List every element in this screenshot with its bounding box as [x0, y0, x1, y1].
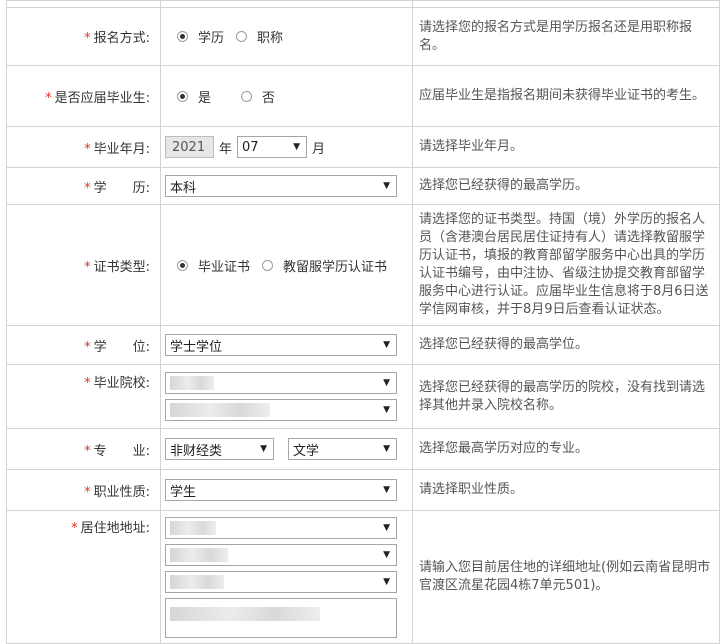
row-cert-type: * 证书类型: 毕业证书 教留服学历认证书 请选择您的证书类型。持国（境）外学历的… — [6, 204, 720, 326]
radio-diploma[interactable]: 毕业证书 — [177, 256, 250, 275]
major-hint: 选择您最高学历对应的专业。 — [412, 428, 720, 470]
address-label: * 居住地地址: — [6, 510, 161, 644]
radio-no[interactable]: 否 — [241, 87, 275, 106]
school-label: * 毕业院校: — [6, 364, 161, 429]
form-row-top — [6, 0, 720, 8]
radio-yes[interactable]: 是 — [177, 87, 211, 106]
address-district-select[interactable]: ▼ — [165, 571, 397, 593]
address-city-select[interactable]: ▼ — [165, 544, 397, 566]
grad-month-select[interactable]: 07 ▼ — [237, 136, 308, 158]
blurred-value — [170, 607, 320, 621]
required-mark: * — [84, 259, 91, 275]
education-hint: 选择您已经获得的最高学历。 — [412, 167, 720, 205]
chevron-down-icon: ▼ — [383, 378, 390, 388]
radio-education[interactable]: 学历 — [177, 27, 224, 46]
education-select[interactable]: 本科 ▼ — [165, 175, 397, 197]
chevron-down-icon: ▼ — [383, 523, 390, 533]
grad-date-hint: 请选择毕业年月。 — [412, 126, 720, 168]
row-education: * 学 历: 本科 ▼ 选择您已经获得的最高学历。 — [6, 167, 720, 205]
radio-title-dot[interactable] — [236, 31, 248, 42]
month-unit: 月 — [312, 141, 326, 157]
chevron-down-icon: ▼ — [383, 405, 390, 415]
chevron-down-icon: ▼ — [293, 142, 301, 152]
required-mark: * — [84, 31, 91, 46]
cert-type-radios: 毕业证书 教留服学历认证书 — [165, 256, 412, 275]
required-mark: * — [84, 376, 91, 391]
row-degree: * 学 位: 学士学位 ▼ 选择您已经获得的最高学位。 — [6, 325, 720, 365]
address-province-select[interactable]: ▼ — [165, 517, 397, 539]
apply-method-radios: 学历 职称 — [165, 27, 412, 46]
education-label: * 学 历: — [6, 167, 161, 205]
row-apply-method: * 报名方式: 学历 职称 请选择您的报名方式是用学历报名还是用职称报名。 — [6, 7, 720, 66]
major-category-select[interactable]: 非财经类 ▼ — [165, 438, 274, 460]
radio-cscse-dot[interactable] — [262, 259, 274, 271]
chevron-down-icon: ▼ — [383, 485, 390, 495]
chevron-down-icon: ▼ — [383, 550, 390, 560]
blurred-value — [170, 521, 216, 535]
radio-cscse-cert[interactable]: 教留服学历认证书 — [262, 256, 387, 275]
address-detail-textarea[interactable] — [165, 598, 397, 638]
chevron-down-icon: ▼ — [383, 181, 390, 191]
degree-select[interactable]: 学士学位 ▼ — [165, 334, 397, 356]
required-mark: * — [84, 443, 91, 459]
blurred-value — [170, 548, 228, 562]
apply-method-hint: 请选择您的报名方式是用学历报名还是用职称报名。 — [412, 7, 720, 66]
registration-form: * 报名方式: 学历 职称 请选择您的报名方式是用学历报名还是用职称报名。 * 是否… — [6, 0, 720, 644]
required-mark: * — [84, 141, 91, 157]
grad-year-input[interactable]: 2021 — [165, 136, 214, 158]
chevron-down-icon: ▼ — [260, 444, 267, 454]
required-mark: * — [71, 521, 78, 536]
degree-hint: 选择您已经获得的最高学位。 — [412, 325, 720, 365]
address-hint: 请输入您目前居住地的详细地址(例如云南省昆明市官渡区流星花园4栋7单元501)。 — [412, 510, 720, 644]
radio-title[interactable]: 职称 — [236, 27, 283, 46]
major-field-select[interactable]: 文学 ▼ — [288, 438, 397, 460]
occupation-label: * 职业性质: — [6, 469, 161, 511]
chevron-down-icon: ▼ — [383, 577, 390, 587]
row-major: * 专 业: 非财经类 ▼ 文学 ▼ 选择您最高学历对应的专业。 — [6, 428, 720, 470]
radio-diploma-dot[interactable] — [177, 259, 188, 271]
row-occupation: * 职业性质: 学生 ▼ 请选择职业性质。 — [6, 469, 720, 511]
cert-type-label: * 证书类型: — [6, 204, 161, 326]
school-name-select[interactable]: ▼ — [165, 399, 397, 421]
required-mark: * — [84, 484, 91, 500]
required-mark: * — [45, 90, 52, 106]
radio-education-dot[interactable] — [177, 31, 188, 42]
school-province-select[interactable]: ▼ — [165, 372, 397, 394]
required-mark: * — [84, 339, 91, 355]
graduate-radios: 是 否 — [165, 87, 412, 106]
chevron-down-icon: ▼ — [383, 444, 390, 454]
row-address: * 居住地地址: ▼ ▼ ▼ 请输入您目前居住地的详细地址(例如云南省昆明市官渡区… — [6, 510, 720, 644]
occupation-hint: 请选择职业性质。 — [412, 469, 720, 511]
row-grad-date: * 毕业年月: 2021 年 07 ▼ 月 请选择毕业年月。 — [6, 126, 720, 168]
occupation-select[interactable]: 学生 ▼ — [165, 479, 397, 501]
blurred-value — [170, 575, 224, 589]
row-school: * 毕业院校: ▼ ▼ 选择您已经获得的最高学历的院校，没有找到请选择其他并录入院… — [6, 364, 720, 429]
required-mark: * — [84, 180, 91, 196]
chevron-down-icon: ▼ — [383, 340, 390, 350]
apply-method-label: * 报名方式: — [6, 7, 161, 66]
radio-yes-dot[interactable] — [177, 90, 188, 102]
row-graduate: * 是否应届毕业生: 是 否 应届毕业生是指报名期间未获得毕业证书的考生。 — [6, 65, 720, 127]
cert-type-hint: 请选择您的证书类型。持国（境）外学历的报名人员（含港澳台居民居住证持有人）请选择… — [412, 204, 720, 326]
blurred-value — [170, 403, 270, 417]
graduate-label: * 是否应届毕业生: — [6, 65, 161, 127]
graduate-hint: 应届毕业生是指报名期间未获得毕业证书的考生。 — [412, 65, 720, 127]
school-hint: 选择您已经获得的最高学历的院校，没有找到请选择其他并录入院校名称。 — [412, 364, 720, 429]
major-label: * 专 业: — [6, 428, 161, 470]
year-unit: 年 — [219, 141, 233, 157]
degree-label: * 学 位: — [6, 325, 161, 365]
radio-no-dot[interactable] — [241, 90, 253, 102]
blurred-value — [170, 376, 214, 390]
grad-date-label: * 毕业年月: — [6, 126, 161, 168]
